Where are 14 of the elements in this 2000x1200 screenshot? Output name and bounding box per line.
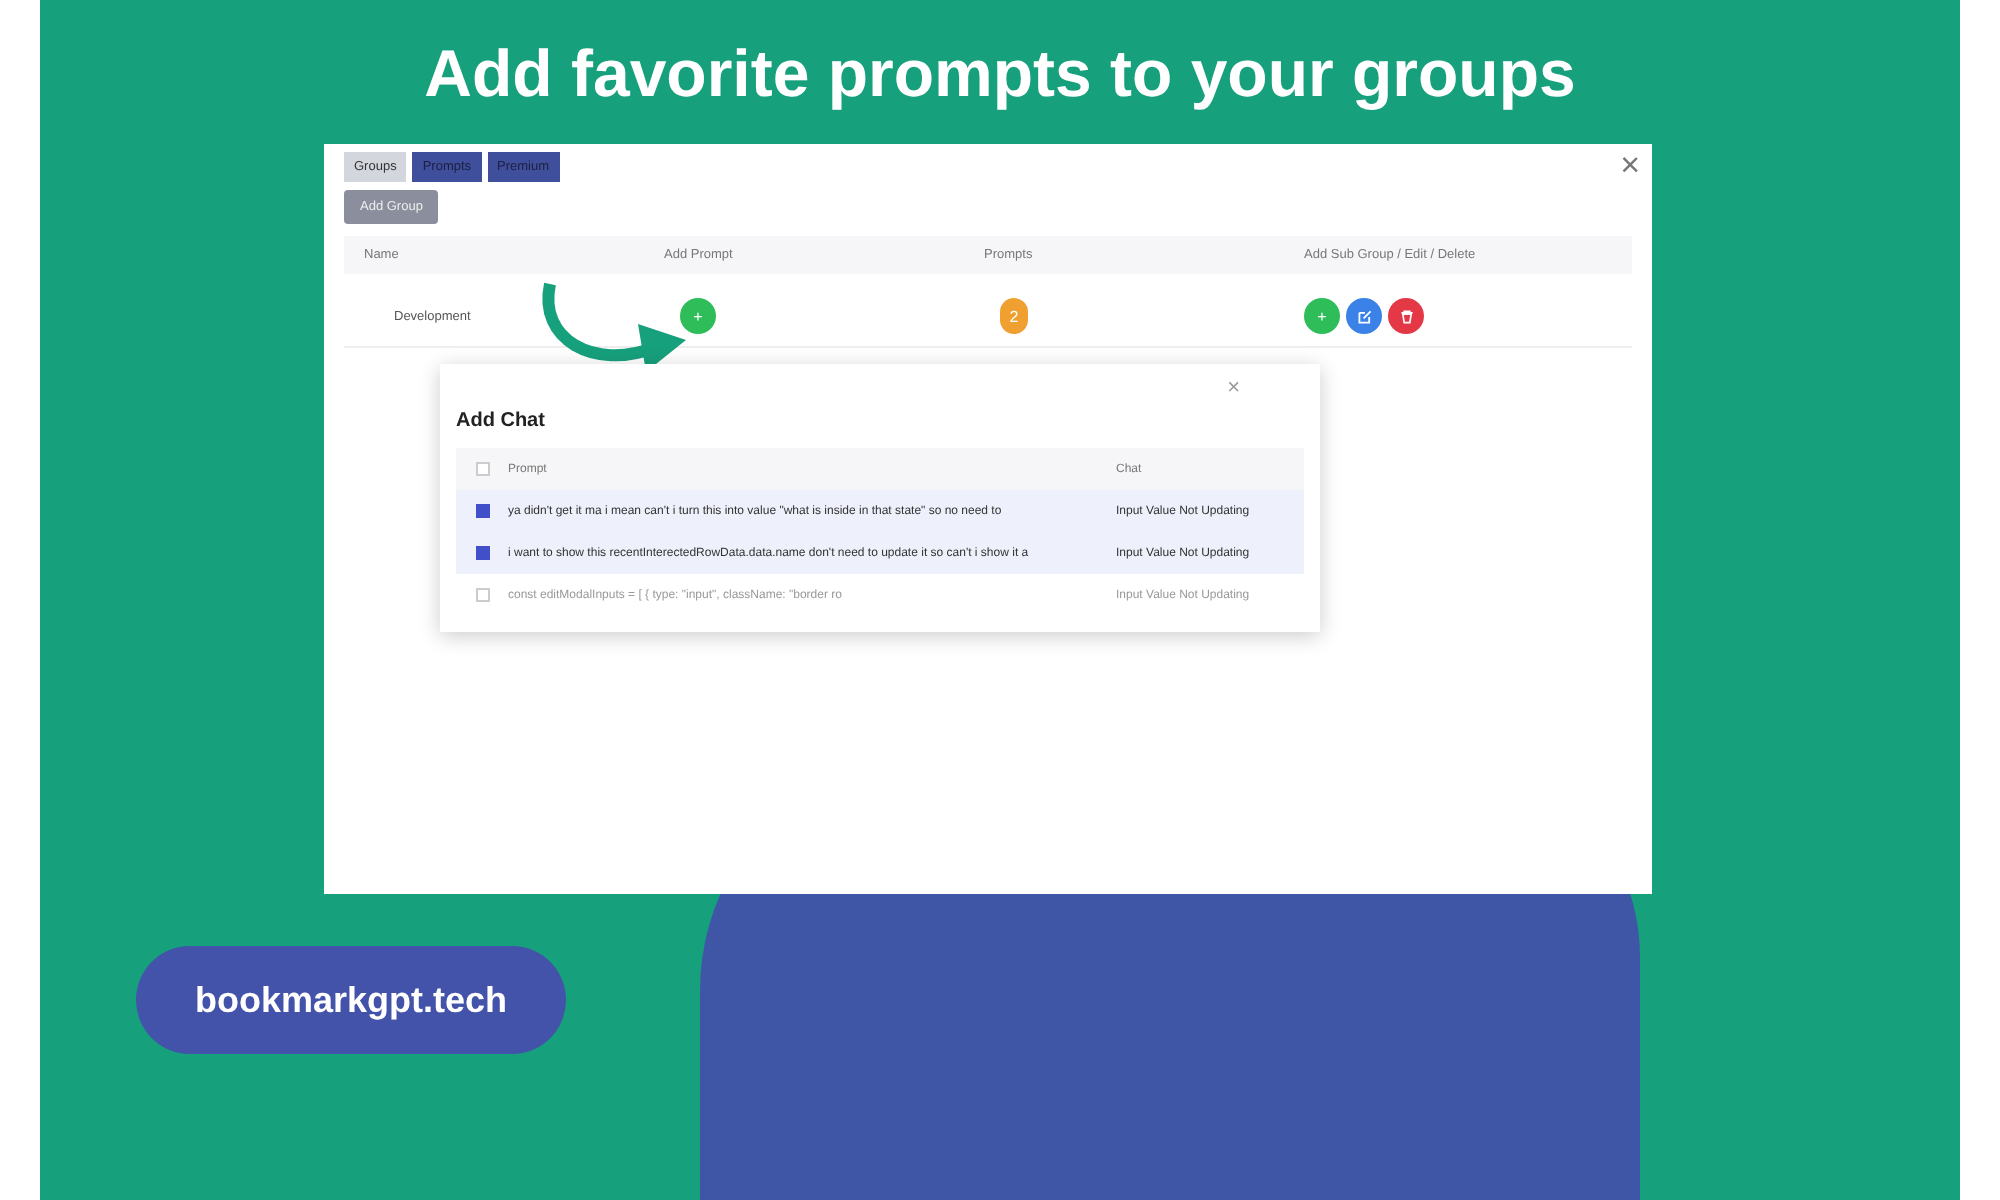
add-prompt-button[interactable]: + — [680, 298, 716, 334]
checkbox[interactable] — [475, 546, 489, 560]
add-subgroup-button[interactable]: + — [1304, 298, 1340, 334]
checkbox[interactable] — [475, 504, 489, 518]
trash-icon — [1399, 309, 1413, 323]
prompt-count-badge: 2 — [1000, 298, 1028, 334]
dialog-title: Add Chat — [456, 410, 547, 432]
delete-button[interactable] — [1388, 298, 1424, 334]
close-button[interactable]: × — [1620, 148, 1640, 182]
headline: Add favorite prompts to your groups — [424, 36, 1576, 112]
website-badge: bookmarkgpt.tech — [136, 946, 566, 1054]
close-button[interactable]: × — [1227, 376, 1240, 400]
edit-button[interactable] — [1346, 298, 1382, 334]
edit-icon — [1357, 309, 1371, 323]
